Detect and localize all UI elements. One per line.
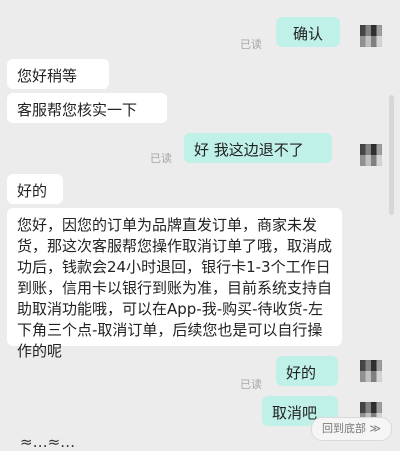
avatar[interactable]: [360, 25, 382, 47]
read-status: 已读: [240, 38, 262, 51]
message-bubble-right[interactable]: 好的: [276, 356, 338, 386]
message-bubble-right[interactable]: 好 我这边退不了: [184, 133, 332, 163]
read-status: 已读: [150, 152, 172, 165]
avatar[interactable]: [360, 360, 382, 382]
message-bubble-right[interactable]: 确认: [276, 17, 340, 47]
scrollbar-thumb[interactable]: [389, 95, 394, 215]
chat-window: 已读 确认 您好稍等 客服帮您核实一下 已读 好 我这边退不了 好的 您好，因您…: [0, 0, 400, 451]
back-to-bottom-button[interactable]: 回到底部 ≫: [310, 417, 392, 441]
message-bubble-left[interactable]: 您好稍等: [7, 59, 109, 89]
partial-message: ≈…≈…: [20, 433, 76, 451]
message-bubble-left[interactable]: 您好，因您的订单为品牌直发订单，商家未发货，那这次客服帮您操作取消订单了哦，取消…: [7, 208, 342, 360]
message-bubble-left[interactable]: 好的: [7, 174, 63, 204]
avatar[interactable]: [360, 144, 382, 166]
message-bubble-left[interactable]: 客服帮您核实一下: [7, 93, 167, 123]
read-status: 已读: [240, 378, 262, 391]
